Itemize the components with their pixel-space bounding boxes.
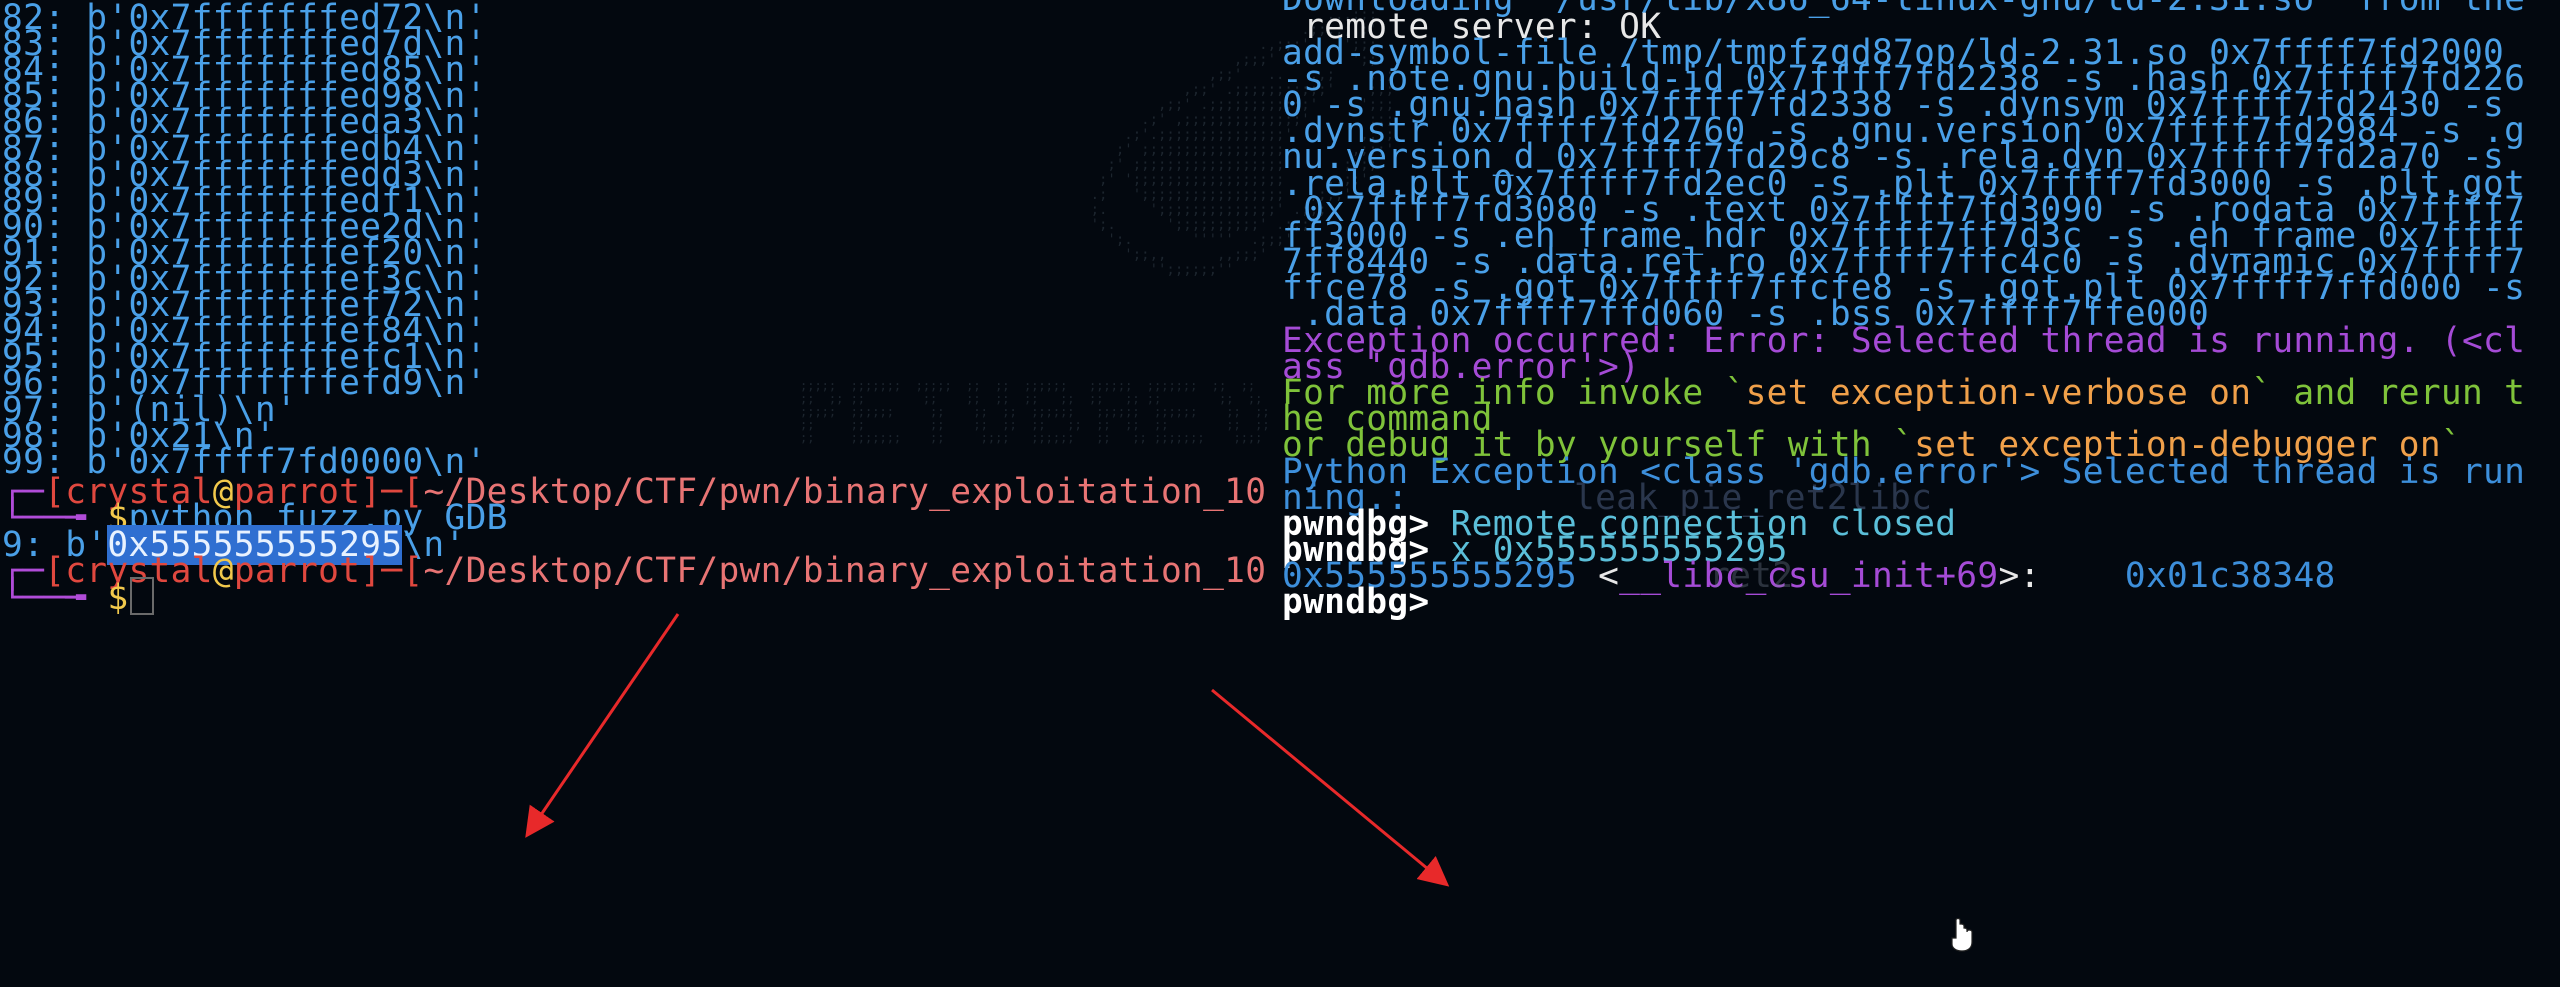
terminal-screen: ..,;;; .;;;;;;;' .,;;;' ';;; ,;;;' ';;. … bbox=[0, 0, 2560, 987]
annotation-arrow bbox=[1211, 688, 1450, 887]
annotation-arrows bbox=[525, 613, 1450, 887]
annotation-arrow bbox=[525, 613, 680, 838]
mouse-pointer-icon bbox=[1951, 918, 1973, 952]
